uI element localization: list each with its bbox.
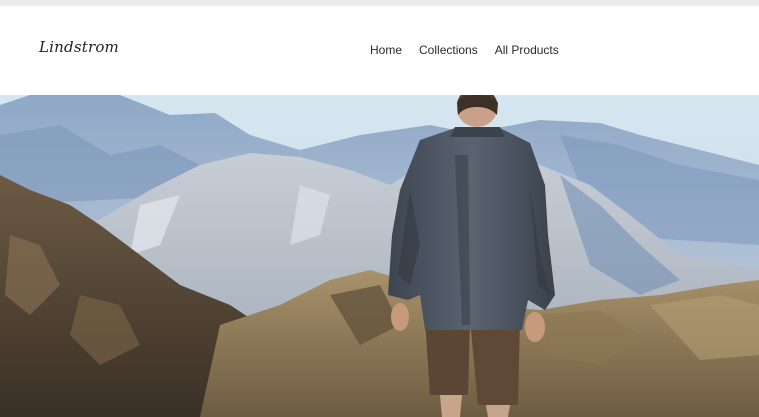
hero-image [0,95,759,417]
nav-all-products-link[interactable]: All Products [495,43,559,57]
nav-home-link[interactable]: Home [370,43,402,57]
site-header: Lindstrom Home Collections All Products [0,6,759,95]
nav-collections-link[interactable]: Collections [419,43,478,57]
hero-banner [0,95,759,417]
store-logo[interactable]: Lindstrom [39,38,119,56]
main-nav: Home Collections All Products [370,43,559,57]
